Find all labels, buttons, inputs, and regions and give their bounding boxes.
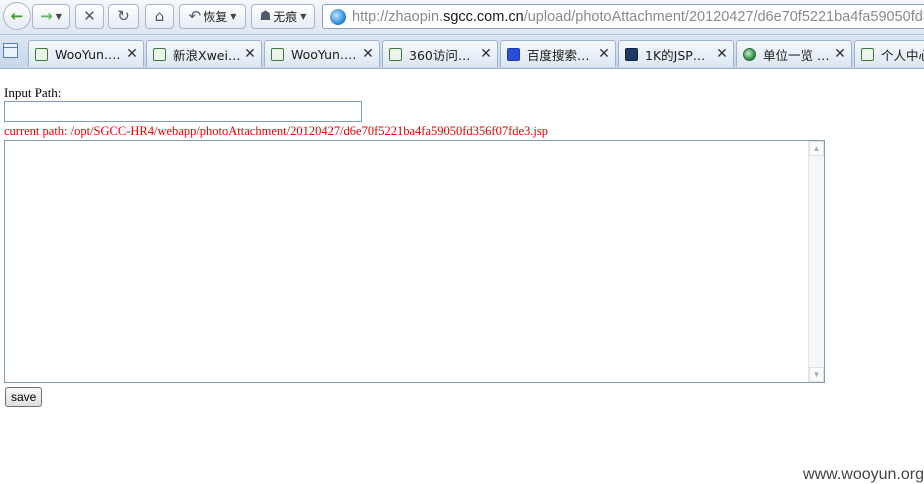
tab-label: WooYun.… (291, 46, 357, 62)
tab-label: 新浪Xwei… (173, 47, 241, 63)
current-path-text: current path: /opt/SGCC-HR4/webapp/photo… (4, 124, 549, 138)
page-content: Input Path: current path: /opt/SGCC-HR4/… (0, 69, 924, 484)
browser-tab[interactable]: 360访问… ✕ (382, 40, 498, 67)
ie-page-icon (35, 47, 48, 61)
undo-close-button[interactable]: ↶ 恢复 ▼ (179, 4, 246, 29)
chevron-down-icon: ▼ (55, 12, 62, 21)
browser-tab[interactable]: 1K的JSP… ✕ (618, 40, 734, 67)
ie-page-icon (861, 47, 874, 61)
globe-icon (743, 47, 756, 61)
tab-label: WooYun.… (55, 46, 121, 62)
file-content-textarea[interactable]: ▲ ▼ (4, 140, 825, 383)
tab-label: 单位一览 … (763, 47, 830, 63)
undo-label: 恢复 (203, 10, 228, 24)
input-path-field[interactable] (4, 101, 362, 122)
tab-label: 个人中心 (881, 47, 924, 63)
tab-strip: WooYun.… ✕ 新浪Xwei… ✕ WooYun.… ✕ 360访问… ✕ 百度搜索… ✕ 1… (0, 35, 924, 69)
ie-page-icon (271, 47, 284, 61)
url-host: sgcc.com.cn (443, 8, 524, 25)
sidebar-toggle-icon[interactable] (3, 43, 18, 58)
tab-label: 百度搜索… (527, 47, 590, 63)
browser-tab[interactable]: 单位一览 … ✕ (736, 40, 852, 67)
tab-close-icon[interactable]: ✕ (242, 46, 258, 62)
tab-close-icon[interactable]: ✕ (124, 46, 140, 62)
ie-page-icon (389, 47, 402, 61)
private-mode-button[interactable]: ☗ 无痕 ▼ (251, 4, 315, 29)
browser-tab[interactable]: 百度搜索… ✕ (500, 40, 616, 67)
address-bar[interactable]: http://zhaopin.sgcc.com.cn/upload/photoA… (322, 4, 924, 29)
baidu-paw-icon (507, 47, 520, 61)
browser-toolbar: ← → ▼ ✕ ↻ ⌂ ↶ 恢复 ▼ ☗ 无痕 ▼ http://zhaopin… (0, 0, 924, 35)
tab-close-icon[interactable]: ✕ (478, 46, 494, 62)
browser-tab[interactable]: WooYun.… ✕ (28, 40, 144, 67)
browser-tab[interactable]: WooYun.… ✕ (264, 40, 380, 67)
save-button[interactable]: save (5, 387, 43, 407)
undo-icon: ↶ (188, 7, 202, 25)
powershell-icon (625, 47, 638, 61)
close-icon: ✕ (83, 7, 96, 25)
back-button[interactable]: ← (3, 2, 31, 30)
browser-tab[interactable]: 个人中心 (854, 40, 924, 67)
private-mode-label: 无痕 (273, 10, 298, 24)
tab-close-icon[interactable]: ✕ (360, 46, 376, 62)
ie-page-icon (153, 47, 166, 61)
chevron-down-icon: ▼ (300, 12, 307, 21)
forward-arrow-icon: → (40, 7, 53, 25)
tab-label: 1K的JSP… (645, 47, 706, 63)
home-icon: ⌂ (154, 7, 165, 25)
wooyun-watermark: www.wooyun.org (803, 466, 924, 483)
browser-tab[interactable]: 新浪Xwei… ✕ (146, 40, 262, 67)
forward-button[interactable]: → ▼ (32, 4, 70, 29)
address-url[interactable]: http://zhaopin.sgcc.com.cn/upload/photoA… (352, 9, 924, 25)
editor-scrollbar[interactable]: ▲ ▼ (808, 141, 824, 382)
tab-close-icon[interactable]: ✕ (714, 46, 730, 62)
scroll-up-icon[interactable]: ▲ (809, 141, 824, 156)
url-prefix: http://zhaopin. (352, 8, 444, 25)
input-path-label: Input Path: (4, 85, 62, 100)
tab-close-icon[interactable]: ✕ (832, 46, 848, 62)
refresh-icon: ↻ (117, 7, 130, 25)
scroll-down-icon[interactable]: ▼ (809, 367, 824, 382)
url-path: /upload/photoAttachment/20120427/d6e70f5… (523, 8, 924, 25)
chevron-down-icon: ▼ (230, 12, 237, 21)
stop-button[interactable]: ✕ (75, 4, 104, 29)
site-globe-icon (330, 8, 346, 25)
back-arrow-icon: ← (10, 6, 24, 25)
private-mode-icon: ☗ (259, 9, 272, 24)
tab-close-icon[interactable]: ✕ (596, 46, 612, 62)
home-button[interactable]: ⌂ (145, 4, 174, 29)
refresh-button[interactable]: ↻ (108, 4, 139, 29)
tab-label: 360访问… (409, 47, 471, 63)
